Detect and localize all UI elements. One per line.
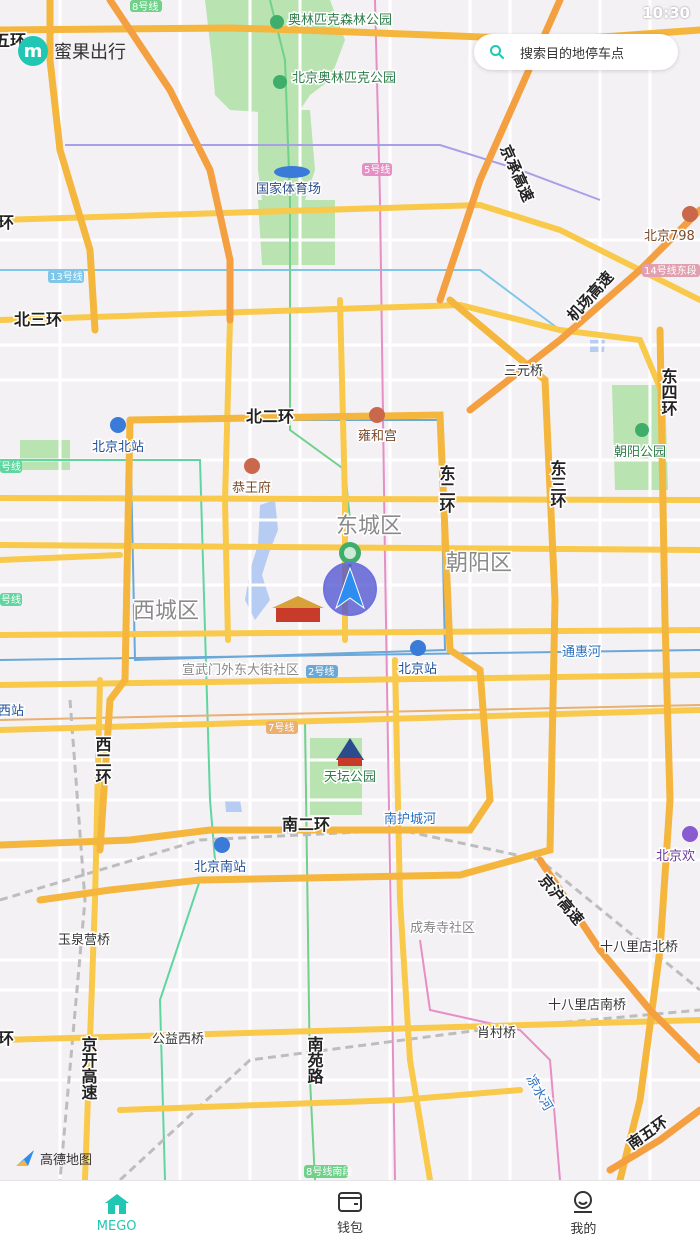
metro-l7: 7号线 — [268, 721, 294, 734]
poi-yonghegong: 雍和宫 — [358, 428, 397, 444]
home-icon — [104, 1193, 129, 1214]
tab-wallet[interactable]: 钱包 — [233, 1181, 466, 1245]
road-label-nanerhuan: 南二环 — [282, 815, 330, 834]
profile-icon — [574, 1190, 593, 1213]
station-marker-icon — [410, 640, 426, 656]
road-label-dongsanhuan: 东三环 — [548, 459, 567, 509]
temple-marker-icon — [369, 407, 385, 423]
poi-tonghuihe: 通惠河 — [562, 645, 601, 660]
metro-l2: 2号线 — [308, 665, 334, 678]
road-label-huan-l1: 环 — [0, 213, 14, 232]
park-marker-icon — [635, 423, 649, 437]
metro-l4: 号线 — [1, 460, 21, 473]
tab-mego[interactable]: MEGO — [0, 1181, 233, 1245]
poi-gongwangfu: 恭王府 — [232, 481, 271, 496]
poi-shibalidian-nan: 十八里店南桥 — [548, 997, 626, 1013]
tab-label: MEGO — [96, 1218, 137, 1234]
search-bar[interactable]: 搜索目的地停车点 — [474, 34, 678, 70]
poi-tiantan: 天坛公园 — [324, 770, 376, 785]
palace-marker-icon — [244, 458, 260, 474]
logo-icon: m — [18, 36, 48, 66]
status-time: 10:30 — [642, 4, 690, 22]
poi-beijing-north: 北京北站 — [92, 440, 144, 455]
poi-sanyuanqiao: 三元桥 — [504, 364, 543, 379]
wallet-icon — [337, 1191, 362, 1212]
poi-aolin-park: 北京奥林匹克公园 — [292, 71, 396, 86]
app-name: 蜜果出行 — [54, 42, 126, 63]
search-icon — [490, 45, 504, 59]
road-label-beisanhuan: 北三环 — [14, 310, 62, 329]
road-label-xierhuan: 西二环 — [93, 736, 112, 785]
district-xicheng: 西城区 — [133, 599, 199, 624]
search-placeholder: 搜索目的地停车点 — [520, 46, 625, 62]
poi-marker-icon — [682, 206, 698, 222]
metro-l13: 13号线 — [50, 270, 83, 283]
road-label-huan-l2: 环 — [0, 1029, 14, 1048]
poi-xuanwumen: 宣武门外东大街社区 — [182, 662, 299, 678]
district-dongcheng: 东城区 — [336, 514, 402, 539]
poi-beijing-station: 北京站 — [398, 662, 437, 677]
poi-marker-icon — [682, 826, 698, 842]
metro-l5: 5号线 — [364, 163, 390, 176]
attribution-text: 高德地图 — [40, 1152, 93, 1168]
poi-beijing798: 北京798 — [644, 229, 695, 244]
poi-xiaocunqiao: 肖村桥 — [477, 1026, 516, 1041]
road-label-dongerhuan: 东二环 — [437, 464, 456, 514]
poi-beijing-south: 北京南站 — [194, 859, 246, 875]
poi-chaoyang-park: 朝阳公园 — [614, 445, 666, 460]
poi-beijing-huan: 北京欢 — [656, 849, 695, 864]
poi-yuquanyingqiao: 玉泉营桥 — [58, 932, 110, 948]
poi-shibalidian-bei: 十八里店北桥 — [600, 940, 678, 955]
poi-nanhuchenghe: 南护城河 — [384, 811, 436, 827]
poi-gongyixiqiao: 公益西桥 — [152, 1032, 204, 1047]
map-view[interactable]: 北三环 北二环 南二环 五环 环 环 东二环 东三环 东四环 西二环 京开高速 … — [0, 0, 700, 1180]
tab-label: 我的 — [570, 1221, 597, 1237]
road-label-nanyuanlu: 南苑路 — [305, 1035, 325, 1085]
station-marker-icon — [110, 417, 126, 433]
stadium-icon — [274, 166, 310, 178]
tab-profile[interactable]: 我的 — [467, 1181, 700, 1245]
amap-logo-icon — [16, 1150, 34, 1166]
poi-stadium: 国家体育场 — [256, 181, 321, 197]
map-attribution: 高德地图 — [14, 1148, 92, 1168]
tab-label: 钱包 — [336, 1220, 363, 1236]
road-label-jingkaigaosu: 京开高速 — [79, 1035, 98, 1100]
metro-l8s: 8号线南段 — [306, 1165, 352, 1178]
district-chaoyang: 朝阳区 — [446, 551, 512, 576]
metro-l14: 14号线东段 — [644, 264, 697, 277]
road-label-beierhuan: 北二环 — [246, 407, 294, 426]
metro-l4b: 号线 — [1, 593, 21, 606]
poi-chengshousi: 成寿寺社区 — [410, 920, 475, 936]
road-label-dongsihuan: 东四环 — [659, 367, 678, 417]
status-bar: 10:30 — [0, 0, 700, 28]
app-logo: m 蜜果出行 — [18, 36, 126, 66]
park-marker-icon — [273, 75, 287, 89]
poi-xizhan: 西站 — [0, 704, 24, 719]
bottom-tab-bar: MEGO 钱包 我的 — [0, 1180, 700, 1245]
station-marker-icon — [214, 837, 230, 853]
